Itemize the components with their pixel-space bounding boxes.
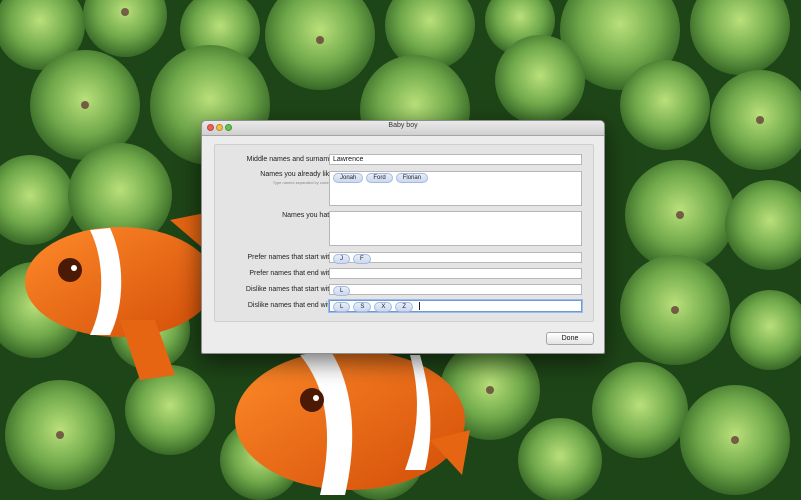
- names-hate-label: Names you hate:: [282, 212, 335, 219]
- token-florian[interactable]: Florian: [395, 173, 429, 183]
- names-like-label: Names you already like:: [260, 171, 335, 178]
- names-like-hint: Type names separated by commas: [272, 180, 335, 185]
- token-s[interactable]: S: [353, 302, 372, 312]
- prefer-start-label: Prefer names that start with:: [247, 254, 335, 261]
- prefer-end-label: Prefer names that end with:: [249, 270, 335, 277]
- prefer-start-field[interactable]: J F: [329, 252, 582, 264]
- baby-boy-window: Baby boy Middle names and surname: Lawre…: [201, 120, 605, 354]
- done-button[interactable]: Done: [546, 332, 594, 345]
- token-z[interactable]: Z: [395, 302, 414, 312]
- dislike-end-field[interactable]: L S X Z: [329, 300, 582, 312]
- dislike-end-label: Dislike names that end with:: [247, 302, 335, 309]
- prefer-end-field[interactable]: [329, 268, 582, 279]
- names-like-field[interactable]: Jonah Ford Florian: [329, 171, 582, 206]
- token-l-start[interactable]: L: [333, 286, 351, 296]
- token-l-end[interactable]: L: [333, 302, 351, 312]
- token-x[interactable]: X: [374, 302, 393, 312]
- names-hate-field[interactable]: [329, 211, 582, 246]
- dislike-start-field[interactable]: L: [329, 284, 582, 296]
- form-panel: Middle names and surname: Lawrence Names…: [214, 144, 594, 322]
- window-title: Baby boy: [388, 122, 418, 129]
- text-caret: [419, 302, 421, 310]
- token-jonah[interactable]: Jonah: [333, 173, 364, 183]
- window-titlebar[interactable]: Baby boy: [202, 121, 604, 136]
- token-j[interactable]: J: [333, 254, 350, 264]
- dislike-start-label: Dislike names that start with:: [245, 286, 335, 293]
- token-f[interactable]: F: [353, 254, 371, 264]
- middle-names-value: Lawrence: [333, 156, 364, 163]
- middle-names-field[interactable]: Lawrence: [329, 154, 582, 165]
- middle-names-label: Middle names and surname:: [246, 156, 335, 163]
- token-ford[interactable]: Ford: [366, 173, 393, 183]
